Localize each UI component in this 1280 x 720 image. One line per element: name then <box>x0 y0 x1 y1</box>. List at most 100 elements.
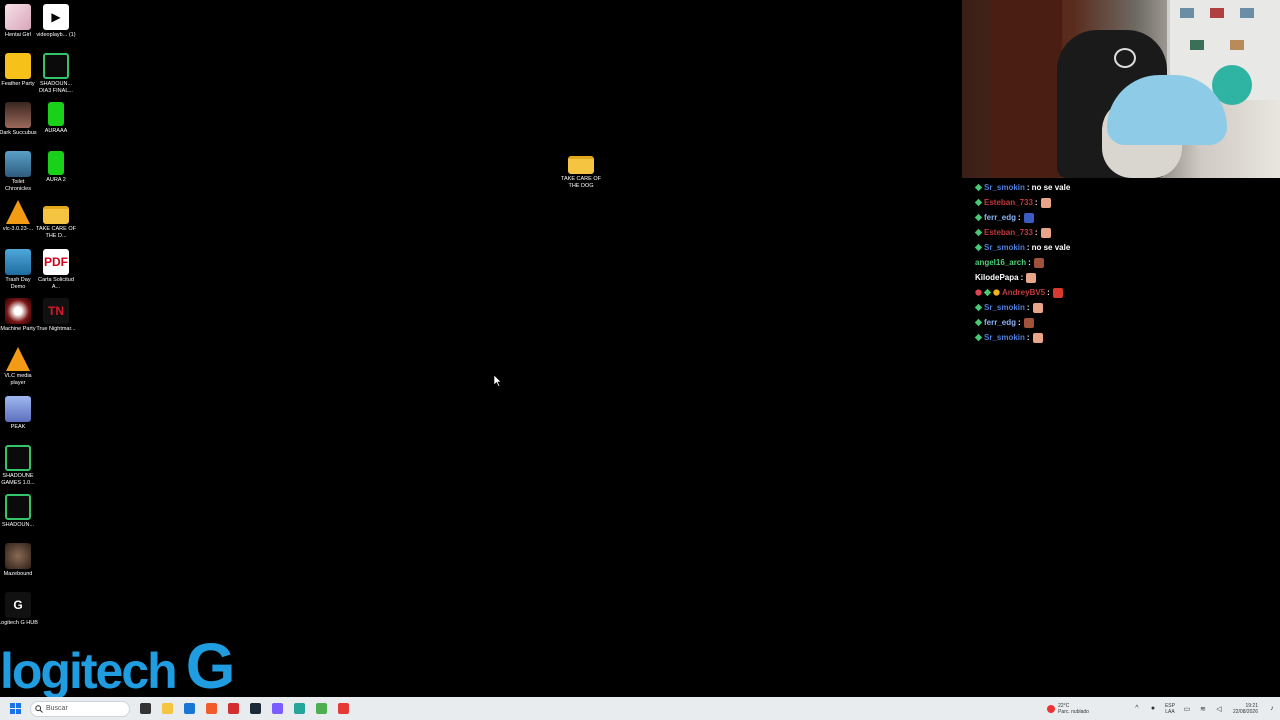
chrome-icon <box>315 703 327 714</box>
desktop-folder-take-care-of-the-dog[interactable]: TAKE CARE OF THE DOG <box>561 150 601 190</box>
chat-username: KilodePapa <box>975 273 1019 282</box>
desktop-icon-label: Dark Succubus <box>0 130 37 136</box>
desktop-icon[interactable]: Trash Day Demo <box>0 249 38 291</box>
desktop-icon[interactable]: Dark Succubus <box>0 102 38 137</box>
desktop-icon[interactable]: Feather Party <box>0 53 38 88</box>
desktop-icon-label: Carta Solicitud A... <box>38 277 74 290</box>
desktop-icon[interactable]: PDF Carta Solicitud A... <box>36 249 76 291</box>
desktop-icon[interactable]: G Logitech G HUB <box>0 592 38 627</box>
taskbar-app-store[interactable] <box>178 697 200 720</box>
diamond-badge-icon <box>974 303 983 312</box>
chevron-up-icon[interactable]: ^ <box>1132 704 1142 714</box>
chat-message: angel16_arch: <box>975 255 1275 270</box>
desktop-icon-label: vlc-3.0.23-... <box>2 226 34 232</box>
desktop-icon-label: Hentai Girl <box>5 32 31 38</box>
chat-separator: : <box>1034 198 1038 207</box>
app-red-icon <box>227 703 239 714</box>
chick-game-icon <box>5 53 31 79</box>
desktop-icon[interactable]: SHADOUN... DIA3 FINAL... <box>36 53 76 95</box>
taskbar-app-task-view[interactable] <box>134 697 156 720</box>
toilet-game-icon <box>5 151 31 177</box>
chat-emote-icon <box>1026 272 1037 283</box>
taskbar-app-app-teal[interactable] <box>288 697 310 720</box>
start-button[interactable] <box>0 697 30 720</box>
shadoune-icon <box>5 445 31 471</box>
system-tray: 22°C Parc. nublado ^ ● ESP LAA ▭ ≋ ◁ 19:… <box>1047 697 1280 720</box>
folder-icon <box>43 206 69 224</box>
clock[interactable]: 19:21 22/08/2026 <box>1233 703 1258 715</box>
green-file-icon <box>48 102 64 126</box>
diamond-badge-icon <box>974 333 983 342</box>
desktop-icon[interactable]: Machine Party <box>0 298 38 333</box>
chat-separator: : <box>1018 213 1021 222</box>
desktop-icon-label: SHADOUNE GAMES 1.0... <box>1 473 35 486</box>
chat-separator: : <box>1047 288 1050 297</box>
weather-widget[interactable]: 22°C Parc. nublado <box>1047 703 1089 715</box>
desktop-icon[interactable]: AURA 2 <box>36 151 76 184</box>
chat-message: ferr_edg: <box>974 315 1275 330</box>
brave-icon <box>205 703 217 714</box>
yellow-badge-icon <box>993 289 1000 296</box>
taskbar-app-steam[interactable] <box>244 697 266 720</box>
video-file-icon: ▶ <box>43 4 69 30</box>
taskbar-app-file-explorer[interactable] <box>156 697 178 720</box>
logitech-watermark: logitech G <box>0 632 235 698</box>
volume-icon[interactable]: ◁ <box>1214 704 1224 714</box>
desktop-icon-label: TAKE CARE OF THE DOG <box>561 176 601 189</box>
desktop-icon[interactable]: VLC media player <box>0 347 38 387</box>
desktop-icon-label: SHADOUN... <box>1 522 35 528</box>
desktop-icon[interactable]: Hentai Girl <box>0 4 38 39</box>
anime-app-icon <box>5 4 31 30</box>
diamond-badge-icon <box>983 288 992 297</box>
taskbar-app-app-capture[interactable] <box>332 697 354 720</box>
taskbar-app-chrome[interactable] <box>310 697 332 720</box>
desktop-icon-label: AURA 2 <box>46 177 66 183</box>
chat-username: ferr_edg <box>984 213 1017 222</box>
chat-separator: : <box>1020 273 1024 282</box>
language-indicator[interactable]: ESP LAA <box>1165 703 1175 715</box>
shadoune-icon <box>43 53 69 79</box>
chat-message: Esteban_733: <box>974 195 1275 210</box>
desktop-icon-label: Feather Party <box>1 81 35 87</box>
desktop-icon[interactable]: vlc-3.0.23-... <box>0 200 38 233</box>
desktop-icon-label: SHADOUN... DIA3 FINAL... <box>39 81 73 94</box>
chat-message: Esteban_733: <box>974 225 1275 240</box>
desktop-icon[interactable]: Toilet Chronicles <box>0 151 38 193</box>
notification-bell-icon[interactable]: ♪ <box>1267 704 1277 714</box>
desktop-icon[interactable]: SHADOUN... <box>0 494 38 529</box>
lang-bottom: LAA <box>1165 708 1175 715</box>
chat-separator: : <box>1026 183 1030 192</box>
desktop-icon-label: PEAK <box>10 424 26 430</box>
true-nightmare-icon: TN <box>43 298 69 324</box>
chat-message: ferr_edg: <box>974 210 1275 225</box>
taskbar-app-brave[interactable] <box>200 697 222 720</box>
desktop-icon[interactable]: TAKE CARE OF THE D... <box>36 200 76 240</box>
chair-logo-icon <box>1114 48 1136 68</box>
taskbar-search[interactable]: Buscar <box>30 700 130 717</box>
wifi-icon[interactable]: ≋ <box>1198 704 1208 714</box>
desktop-icon-label: Toilet Chronicles <box>5 179 31 192</box>
vlc-installer-icon <box>6 200 30 224</box>
desktop-icon[interactable]: SHADOUNE GAMES 1.0... <box>0 445 38 487</box>
chat-separator: : <box>1028 258 1031 267</box>
diamond-badge-icon <box>974 228 983 237</box>
taskbar-app-messenger[interactable] <box>266 697 288 720</box>
desktop-icon[interactable]: PEAK <box>0 396 38 431</box>
diamond-badge-icon <box>974 213 983 222</box>
trash-game-icon <box>5 249 31 275</box>
monitor-icon[interactable]: ▭ <box>1182 704 1192 714</box>
folder-icon <box>568 156 594 174</box>
desktop-icon[interactable]: TN True Nightmar... <box>36 298 76 333</box>
taskbar-app-app-red[interactable] <box>222 697 244 720</box>
diamond-badge-icon <box>974 198 983 207</box>
chat-username: Esteban_733 <box>984 198 1033 207</box>
desktop-icon[interactable]: ▶ videoplayb... (1) <box>36 4 76 39</box>
chat-emote-icon <box>1052 287 1063 298</box>
vlc-icon <box>6 347 30 371</box>
green-file-icon <box>48 151 64 175</box>
microphone-icon[interactable]: ● <box>1148 704 1158 714</box>
desktop-icon[interactable]: AURAAA <box>36 102 76 135</box>
chat-message: KilodePapa: <box>975 270 1275 285</box>
chat-text: no se vale <box>1031 243 1071 252</box>
desktop-icon[interactable]: Mazebound <box>0 543 38 578</box>
